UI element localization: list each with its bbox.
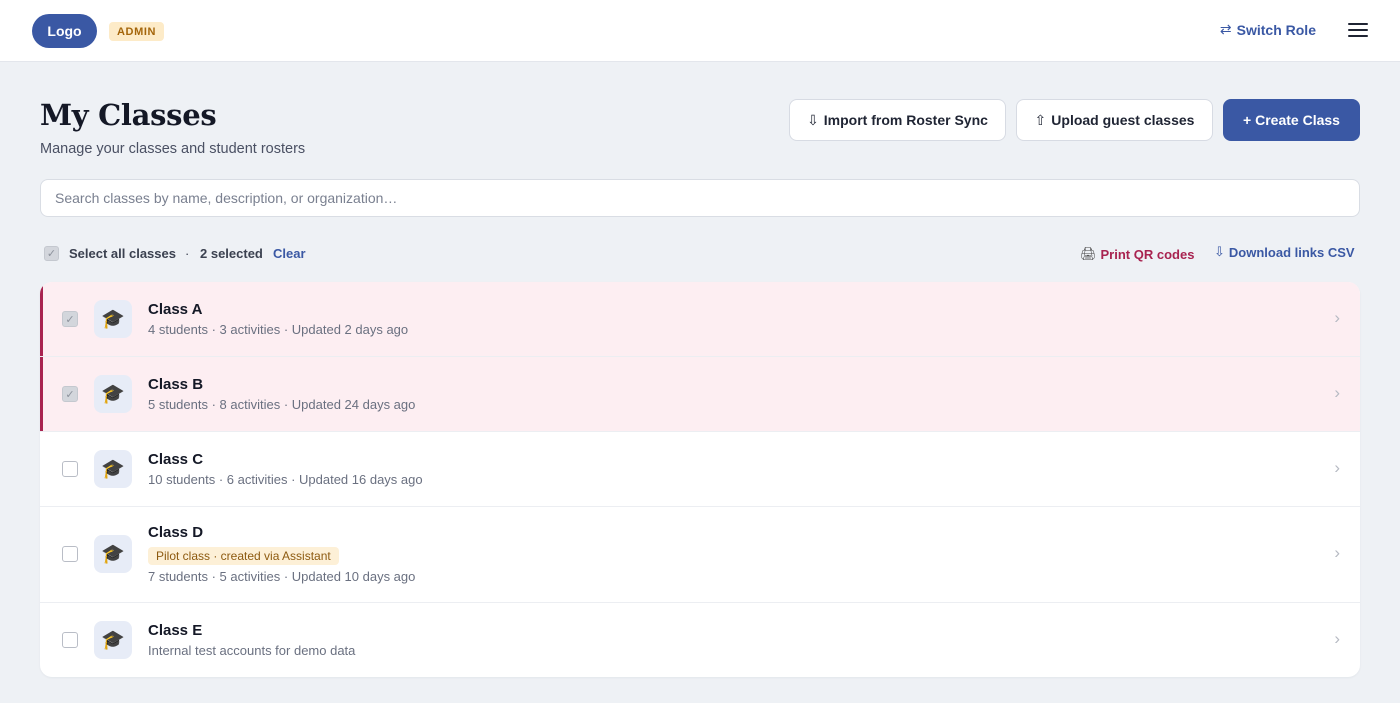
printer-icon: 🖨 [1080,246,1097,261]
chevron-right-icon: › [1334,543,1340,562]
class-name: Class E [148,622,203,639]
create-button-label: + Create Class [1243,112,1340,128]
class-meta: 10 students · 6 activities · Updated 16 … [148,472,423,487]
switch-role-link[interactable]: ⇄ Switch Role [1220,21,1316,38]
clear-selection-link[interactable]: Clear [273,246,306,261]
class-row[interactable]: ✓ 🎓 Class B 5 students · 8 activities · … [40,357,1360,432]
class-name: Class B [148,376,204,393]
row-checkbox[interactable]: ✓ [62,311,78,327]
upload-button-label: Upload guest classes [1051,112,1195,128]
class-name: Class A [148,301,203,318]
chevron-right-icon: › [1334,308,1340,327]
chevron-right-icon: › [1334,383,1340,402]
create-class-button[interactable]: + Create Class [1223,99,1360,141]
hamburger-menu-icon[interactable] [1348,21,1368,39]
row-checkbox[interactable]: ✓ [62,386,78,402]
class-name: Class D [148,524,204,541]
separator-dot: · [185,246,190,261]
graduation-cap-icon: 🎓 [94,450,132,488]
class-row[interactable]: 🎓 Class D Pilot class · created via Assi… [40,507,1360,603]
upload-guest-classes-button[interactable]: ⇧ Upload guest classes [1016,99,1213,141]
download-arrow-icon: ⇩ [1214,244,1225,259]
graduation-cap-icon: 🎓 [94,300,132,338]
chevron-right-icon: › [1334,629,1340,648]
top-bar: Logo ADMIN ⇄ Switch Role [0,0,1400,62]
row-checkbox[interactable] [62,632,78,648]
import-button-label: Import from Roster Sync [823,112,988,128]
row-checkbox[interactable] [62,546,78,562]
class-meta: 7 students · 5 activities · Updated 10 d… [148,569,416,584]
logo[interactable]: Logo [32,14,97,48]
class-name: Class C [148,451,204,468]
graduation-cap-icon: 🎓 [94,535,132,573]
pilot-class-badge: Pilot class · created via Assistant [148,547,339,565]
upload-arrow-icon: ⇧ [1034,111,1047,128]
page-title: My Classes [40,98,217,132]
print-qr-codes-link[interactable]: 🖨 Print QR codes [1080,246,1194,262]
search-input[interactable] [40,179,1360,217]
download-csv-label: Download links CSV [1228,244,1355,260]
row-checkbox[interactable] [62,461,78,477]
class-list: ✓ 🎓 Class A 4 students · 3 activities · … [40,282,1360,677]
class-meta: 4 students · 3 activities · Updated 2 da… [148,322,409,337]
class-row[interactable]: 🎓 Class E Internal test accounts for dem… [40,603,1360,677]
chevron-right-icon: › [1334,458,1340,477]
print-qr-label: Print QR codes [1100,246,1195,262]
download-arrow-icon: ⇩ [807,111,819,128]
class-meta: Internal test accounts for demo data [148,643,356,658]
download-links-csv-link[interactable]: ⇩ Download links CSV [1214,244,1355,260]
page-subtitle: Manage your classes and student rosters [40,141,306,157]
import-roster-sync-button[interactable]: ⇩ Import from Roster Sync [789,99,1006,141]
swap-arrows-icon: ⇄ [1219,21,1232,37]
class-row[interactable]: 🎓 Class C 10 students · 6 activities · U… [40,432,1360,507]
class-meta: 5 students · 8 activities · Updated 24 d… [148,397,416,412]
selected-count: 2 selected [200,246,263,261]
switch-role-label: Switch Role [1236,21,1316,38]
role-badge: ADMIN [109,22,165,41]
graduation-cap-icon: 🎓 [94,375,132,413]
select-all-label: Select all classes [69,246,176,261]
class-row[interactable]: ✓ 🎓 Class A 4 students · 3 activities · … [40,282,1360,357]
graduation-cap-icon: 🎓 [94,621,132,659]
select-all-checkbox[interactable]: ✓ [44,246,59,261]
